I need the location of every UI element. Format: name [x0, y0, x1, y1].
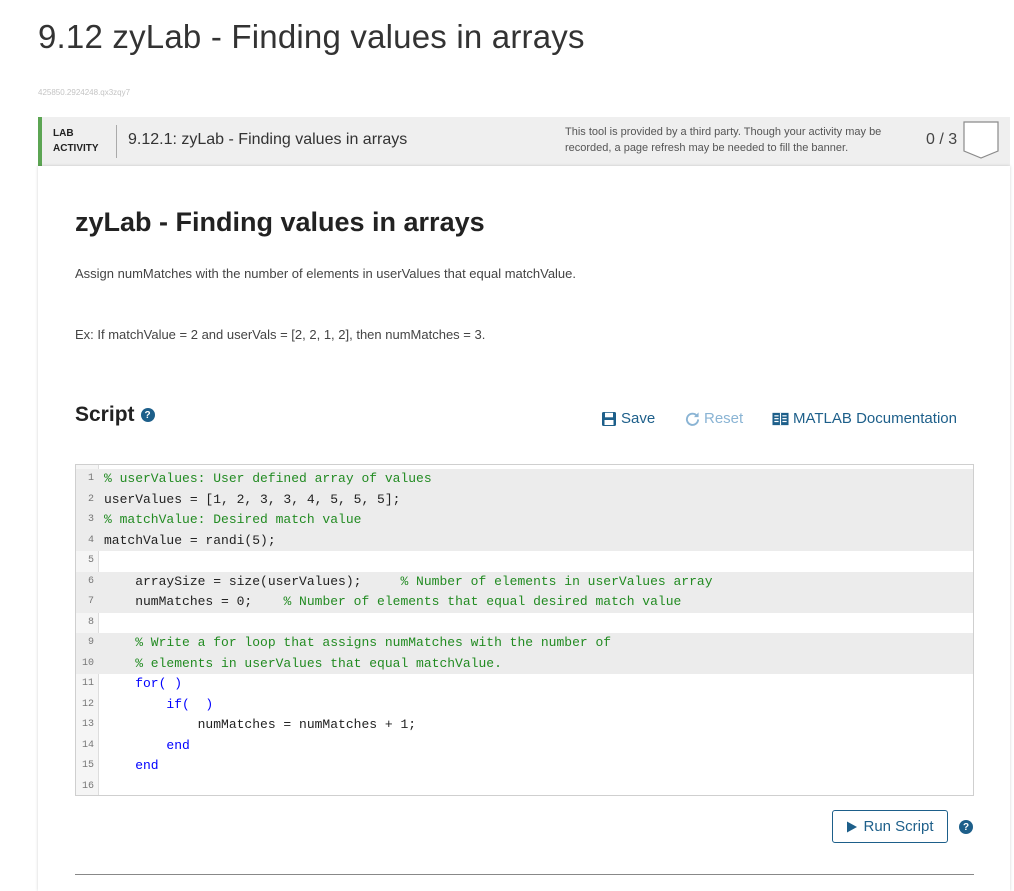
section-divider	[75, 874, 974, 875]
third-party-note: This tool is provided by a third party. …	[565, 126, 882, 154]
line-number: 5	[87, 555, 94, 566]
save-icon	[602, 411, 616, 426]
code-line[interactable]: 10 % elements in userValues that equal m…	[76, 653, 973, 675]
code-line[interactable]: 6 arraySize = size(userValues); % Number…	[76, 571, 973, 593]
code-statement: for( )	[104, 676, 183, 691]
code-line[interactable]: 8	[76, 613, 973, 634]
line-number: 1	[87, 473, 94, 484]
activity-type-label: LAB ACTIVITY	[53, 126, 99, 156]
save-label: Save	[621, 410, 656, 427]
code-statement: matchValue = randi(5);	[104, 532, 276, 548]
inline-comment: % Number of elements that equal desired …	[283, 594, 682, 609]
code-statement: % elements in userValues that equal matc…	[104, 655, 502, 671]
run-script-button[interactable]: Run Script	[832, 810, 948, 843]
code-statement: % matchValue: Desired match value	[104, 512, 362, 527]
code-line[interactable]: 11 for( )	[76, 674, 973, 695]
reset-label: Reset	[704, 410, 744, 427]
code-text: % elements in userValues that equal matc…	[104, 654, 502, 675]
code-line[interactable]: 1 % userValues: User defined array of val…	[76, 469, 973, 490]
code-text: arraySize = size(userValues); % Number o…	[104, 572, 713, 593]
code-editor[interactable]: 1 % userValues: User defined array of val…	[75, 464, 974, 796]
code-statement: % userValues: User defined array of valu…	[104, 471, 432, 486]
code-statement: if( )	[104, 696, 214, 712]
save-button[interactable]: Save	[601, 410, 655, 427]
inline-comment: % Number of elements in userValues array	[400, 573, 713, 589]
script-heading: Script ?	[75, 403, 155, 427]
code-text: % userValues: User defined array of valu…	[104, 469, 432, 490]
code-line[interactable]: 9 % Write a for loop that assigns numMat…	[76, 633, 973, 654]
code-line[interactable]: 13 numMatches = numMatches + 1;	[76, 715, 973, 736]
code-statement: end	[104, 758, 159, 773]
code-text: end	[104, 756, 159, 777]
code-text: matchValue = randi(5);	[104, 531, 276, 552]
line-number: 10	[81, 657, 94, 669]
lab-activity-banner: LAB ACTIVITY 9.12.1: zyLab - Finding val…	[38, 117, 1010, 166]
code-text: % matchValue: Desired match value	[104, 510, 361, 531]
code-statement: arraySize = size(userValues);	[104, 573, 401, 589]
line-number: 13	[81, 719, 94, 730]
completion-badge-icon	[963, 121, 999, 159]
refresh-icon	[685, 412, 700, 426]
code-text: for( )	[104, 674, 182, 695]
score-counter: 0 / 3	[926, 131, 958, 148]
line-number: 4	[87, 534, 94, 546]
code-line[interactable]: 16	[76, 777, 973, 796]
reset-button[interactable]: Reset	[685, 410, 743, 427]
question-circle-icon[interactable]: ?	[959, 820, 973, 834]
code-statement: numMatches = numMatches + 1;	[104, 717, 417, 732]
line-number: 9	[87, 637, 94, 648]
lab-instruction: Assign numMatches with the number of ele…	[75, 266, 577, 281]
line-number: 12	[81, 698, 94, 710]
code-text: numMatches = 0; % Number of elements tha…	[104, 592, 681, 613]
code-line[interactable]: 15 end	[76, 756, 973, 777]
line-number: 2	[87, 493, 94, 505]
line-number: 14	[81, 739, 94, 751]
banner-accent-bar	[38, 117, 42, 166]
matlab-documentation-link[interactable]: MATLAB Documentation	[772, 410, 957, 427]
line-number: 8	[87, 616, 94, 628]
lab-heading: zyLab - Finding values in arrays	[75, 207, 485, 237]
activity-id: 425850.2924248.qx3zqy7	[38, 88, 131, 97]
question-circle-icon[interactable]: ?	[140, 408, 155, 422]
code-line[interactable]: 2 userValues = [1, 2, 3, 3, 4, 5, 5, 5];	[76, 489, 973, 511]
line-number: 16	[81, 780, 94, 792]
line-number: 6	[87, 575, 94, 587]
code-text: numMatches = numMatches + 1;	[104, 715, 416, 736]
line-number: 15	[81, 760, 94, 771]
activity-type-line1: LAB	[53, 128, 74, 139]
page-title: 9.12 zyLab - Finding values in arrays	[38, 18, 585, 55]
book-icon	[772, 412, 789, 425]
code-line[interactable]: 5	[76, 551, 973, 572]
lab-example: Ex: If matchValue = 2 and userVals = [2,…	[75, 327, 486, 342]
activity-type-line2: ACTIVITY	[53, 143, 99, 154]
code-text: userValues = [1, 2, 3, 3, 4, 5, 5, 5];	[104, 490, 400, 511]
code-statement: % Write a for loop that assigns numMatch…	[104, 635, 612, 650]
play-icon	[847, 821, 858, 832]
banner-divider	[116, 125, 117, 158]
code-statement: end	[104, 737, 190, 753]
script-title: Script	[75, 403, 135, 426]
code-statement: numMatches = 0;	[104, 594, 284, 609]
matlab-documentation-label: MATLAB Documentation	[793, 410, 957, 427]
line-number: 7	[87, 596, 94, 607]
line-number: 11	[81, 678, 94, 689]
code-line[interactable]: 4 matchValue = randi(5);	[76, 530, 973, 552]
code-text: if( )	[104, 695, 213, 716]
code-text: % Write a for loop that assigns numMatch…	[104, 633, 611, 654]
code-line[interactable]: 14 end	[76, 736, 973, 757]
code-text: end	[104, 736, 190, 757]
line-number: 3	[87, 514, 94, 525]
code-line[interactable]: 12 if( )	[76, 695, 973, 716]
code-line[interactable]: 7 numMatches = 0; % Number of elements t…	[76, 592, 973, 613]
code-statement: userValues = [1, 2, 3, 3, 4, 5, 5, 5];	[104, 491, 401, 507]
activity-title: 9.12.1: zyLab - Finding values in arrays	[128, 131, 408, 148]
code-line[interactable]: 3 % matchValue: Desired match value	[76, 510, 973, 531]
run-script-label: Run Script	[863, 818, 934, 835]
